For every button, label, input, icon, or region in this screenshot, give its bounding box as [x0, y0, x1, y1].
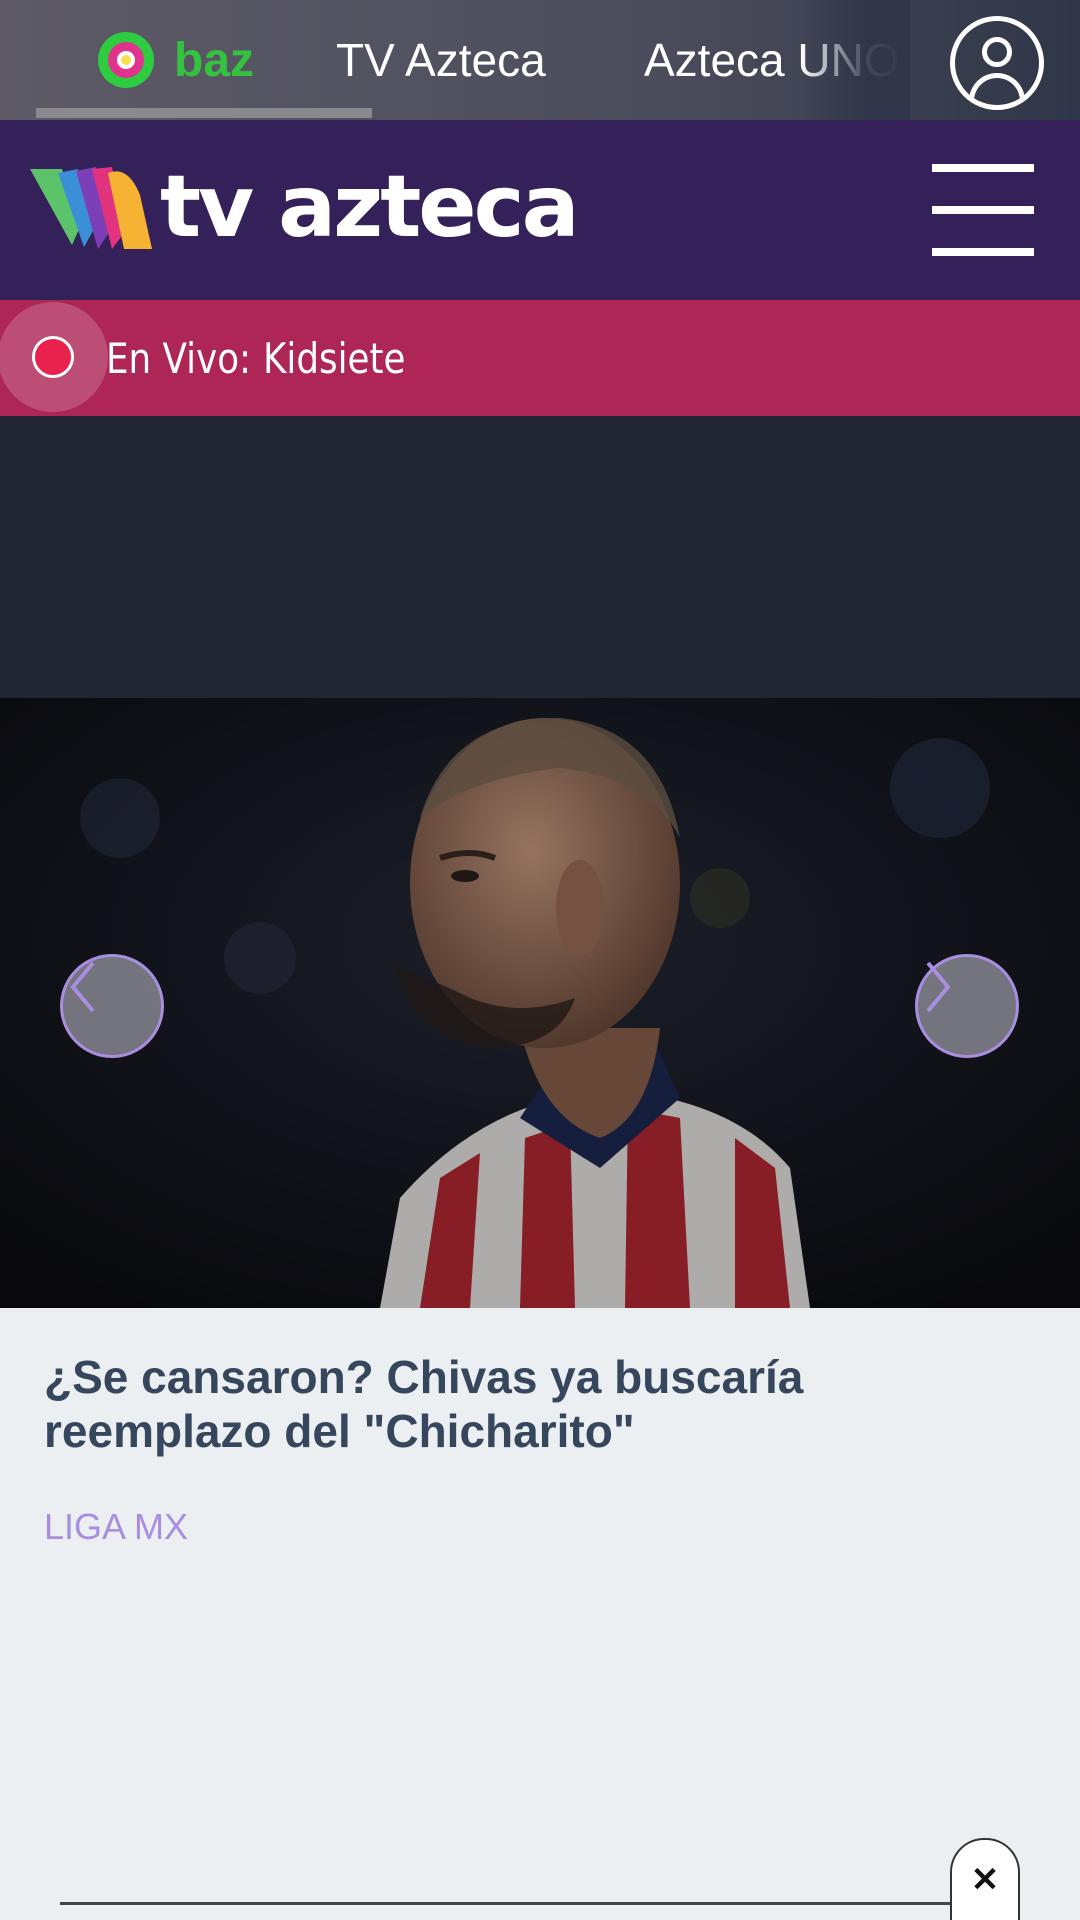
site-header: tv azteca	[0, 120, 1080, 300]
user-circle-icon[interactable]	[950, 16, 1044, 110]
baz-logo-icon	[98, 32, 154, 88]
live-channel: Kidsiete	[262, 333, 406, 383]
article-card[interactable]: ¿Se cansaron? Chivas ya buscaría reempla…	[0, 1308, 1080, 1920]
logo-text: tv azteca	[160, 157, 580, 257]
live-indicator-icon	[0, 302, 108, 412]
sticky-ad-divider	[60, 1902, 952, 1905]
hamburger-menu-icon[interactable]	[932, 162, 1036, 256]
ad-placeholder	[0, 416, 1080, 698]
tab-tv-azteca[interactable]: TV Azteca	[336, 0, 546, 120]
article-headline[interactable]: ¿Se cansaron? Chivas ya buscaría reempla…	[44, 1350, 1034, 1458]
site-logo[interactable]: tv azteca	[28, 157, 580, 257]
close-icon[interactable]: ✕	[950, 1838, 1020, 1920]
active-tab-indicator	[36, 108, 372, 118]
chevron-right-icon[interactable]	[915, 954, 1019, 1058]
article-category[interactable]: LIGA MX	[44, 1506, 188, 1548]
live-label: En Vivo: Kidsiete	[106, 334, 405, 383]
tv-azteca-logo-mark-icon	[30, 167, 152, 249]
live-prefix: En Vivo:	[106, 333, 252, 383]
tab-scroll-fade	[800, 0, 910, 120]
tab-baz[interactable]: baz	[98, 0, 254, 120]
live-banner[interactable]: En Vivo: Kidsiete	[0, 300, 1080, 416]
tab-baz-label: baz	[174, 33, 255, 87]
chevron-left-icon[interactable]	[60, 954, 164, 1058]
network-bar: baz TV Azteca Azteca UNO	[0, 0, 1080, 120]
tab-tv-azteca-label: TV Azteca	[336, 34, 546, 86]
hero-carousel[interactable]	[0, 698, 1080, 1308]
